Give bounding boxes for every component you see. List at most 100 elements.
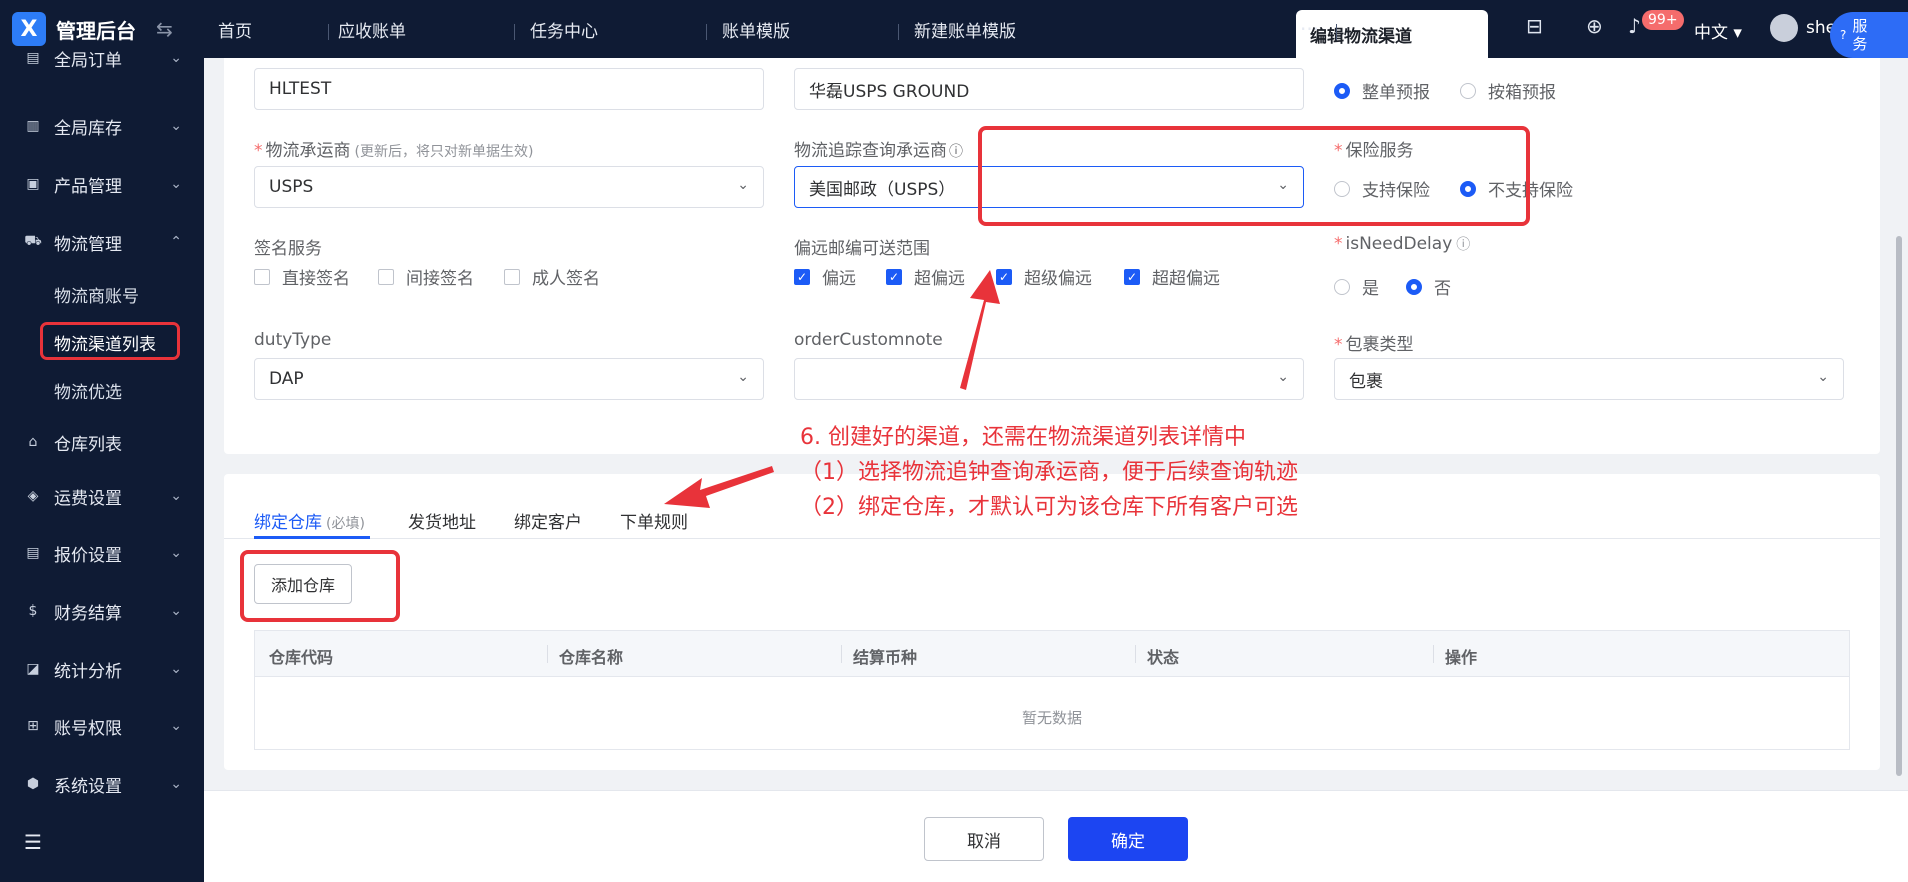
radio-label: 否 <box>1434 279 1451 299</box>
sidebar-item-label: 全局订单 <box>54 50 122 71</box>
sidebar-subitem-logistics-optimize[interactable]: 物流优选 <box>54 378 122 403</box>
sidebar-item-products[interactable]: ▣ 产品管理 ⌄ <box>0 162 204 206</box>
customer-service-button[interactable]: ? 服务 <box>1830 12 1908 58</box>
sidebar-item-logistics[interactable]: ⛟ 物流管理 ⌃ <box>0 220 204 264</box>
radio-delay-yes[interactable]: 是 <box>1334 274 1379 299</box>
table-empty-text: 暂无数据 <box>1021 709 1082 727</box>
tab-task-center[interactable]: 任务中心 <box>530 0 598 58</box>
quote-icon: ▤ <box>26 545 40 561</box>
checkbox-ultra-remote[interactable]: ✓ 超级偏远 <box>996 264 1092 289</box>
chart-icon: ◪ <box>26 661 40 677</box>
channel-form-card: HLTEST 华磊USPS GROUND 整单预报 按箱预报 * 物流承运商 (更新… <box>224 58 1880 454</box>
sidebar: X 管理后台 ⇆ ▤ 全局订单 ⌄ ▥ 全局库存 ⌄ ▣ 产品管理 ⌄ ⛟ 物流… <box>0 0 204 882</box>
sidebar-item-statistics[interactable]: ◪ 统计分析 ⌄ <box>0 647 204 691</box>
confirm-button[interactable]: 确定 <box>1068 817 1188 861</box>
duty-type-select[interactable]: DAP ⌄ <box>254 358 764 400</box>
tab-home[interactable]: 首页 <box>218 0 252 58</box>
avatar[interactable] <box>1770 14 1798 42</box>
menu-collapse-icon[interactable]: ☰ <box>0 820 204 864</box>
package-type-value: 包裹 <box>1349 371 1383 392</box>
chevron-down-icon: ⌄ <box>170 603 182 619</box>
channel-name-input[interactable]: 华磊USPS GROUND <box>794 68 1304 110</box>
checkbox-remote[interactable]: ✓ 偏远 <box>794 264 856 289</box>
radio-whole-forecast[interactable]: 整单预报 <box>1334 78 1430 103</box>
checkbox-indirect-signature[interactable]: 间接签名 <box>378 264 474 289</box>
sidebar-item-warehouses[interactable]: ⌂ 仓库列表 <box>0 420 204 464</box>
channel-code-input[interactable]: HLTEST <box>254 68 764 110</box>
annotation-text: 6. 创建好的渠道，还需在物流渠道列表详情中 （1）选择物流追钟查询承运商，便于… <box>800 420 1298 525</box>
language-select[interactable]: 中文 ▾ <box>1694 18 1742 43</box>
tab-bind-customer[interactable]: 绑定客户 <box>514 508 582 533</box>
download-icon[interactable]: ⊕ <box>1586 14 1603 38</box>
remote-range-label: 偏远邮编可送范围 <box>794 239 930 259</box>
radio-checked-icon <box>1334 82 1350 99</box>
checkbox-label: 超超偏远 <box>1152 269 1220 289</box>
chevron-down-icon: ⌄ <box>170 545 182 561</box>
checkbox-adult-signature[interactable]: 成人签名 <box>504 264 600 289</box>
checkbox-label: 间接签名 <box>406 269 474 289</box>
column-actions: 操作 <box>1445 648 1478 667</box>
required-tag: (必填) <box>326 516 365 532</box>
tab-divider <box>706 24 707 40</box>
sidebar-item-freight[interactable]: ◈ 运费设置 ⌄ <box>0 474 204 518</box>
order-note-label: orderCustomnote <box>794 330 943 350</box>
tab-new-bill-template[interactable]: 新建账单模版 <box>914 0 1016 58</box>
checkbox-direct-signature[interactable]: 直接签名 <box>254 264 350 289</box>
checkbox-extreme-remote[interactable]: ✓ 超超偏远 <box>1124 264 1220 289</box>
checkbox-checked-icon: ✓ <box>1124 268 1140 285</box>
radio-label: 是 <box>1362 279 1379 299</box>
bell-icon[interactable]: ♪ <box>1628 14 1641 38</box>
tab-edit-channel[interactable]: 编辑物流渠道 <box>1296 10 1488 58</box>
sidebar-item-accounts[interactable]: ⊞ 账号权限 ⌄ <box>0 704 204 748</box>
tab-receivables[interactable]: 应收账单 <box>338 0 406 58</box>
tab-order-rules[interactable]: 下单规则 <box>620 508 688 533</box>
order-note-select[interactable]: ⌄ <box>794 358 1304 400</box>
sidebar-item-system[interactable]: ⬢ 系统设置 ⌄ <box>0 762 204 806</box>
checkbox-label: 偏远 <box>822 269 856 289</box>
radio-unchecked-icon <box>1460 82 1476 99</box>
tab-shipping-address[interactable]: 发货地址 <box>408 508 476 533</box>
chevron-down-icon: ⌄ <box>170 718 182 734</box>
package-type-select[interactable]: 包裹 ⌄ <box>1334 358 1844 400</box>
tracking-label-text: 物流追踪查询承运商 <box>794 141 947 161</box>
freight-icon: ◈ <box>27 488 39 504</box>
tab-bind-warehouse[interactable]: 绑定仓库 (必填) <box>254 508 365 533</box>
tab-active-indicator <box>254 536 370 539</box>
column-currency: 结算币种 <box>853 648 918 667</box>
checkbox-unchecked-icon <box>504 268 520 285</box>
sidebar-item-quotes[interactable]: ▤ 报价设置 ⌄ <box>0 531 204 575</box>
checkbox-checked-icon: ✓ <box>886 268 902 285</box>
column-warehouse-code: 仓库代码 <box>269 648 334 667</box>
highlight-box-channel-list <box>40 322 180 360</box>
cancel-button[interactable]: 取消 <box>924 817 1044 861</box>
radio-box-forecast[interactable]: 按箱预报 <box>1460 78 1556 103</box>
sidebar-item-finance[interactable]: $ 财务结算 ⌄ <box>0 589 204 633</box>
sidebar-subitem-carrier-accounts[interactable]: 物流商账号 <box>54 282 139 307</box>
chevron-down-icon: ⌄ <box>1277 369 1289 385</box>
chevron-down-icon: ⌄ <box>1817 369 1829 385</box>
scrollbar[interactable] <box>1896 236 1902 776</box>
carrier-value: USPS <box>269 177 314 197</box>
checkbox-label: 超级偏远 <box>1024 269 1092 289</box>
sidebar-item-inventory[interactable]: ▥ 全局库存 ⌄ <box>0 104 204 148</box>
warehouse-icon: ⌂ <box>28 434 38 450</box>
carrier-select[interactable]: USPS ⌄ <box>254 166 764 208</box>
tab-bill-templates[interactable]: 账单模版 <box>722 0 790 58</box>
sidebar-item-orders[interactable]: ▤ 全局订单 ⌄ <box>0 36 204 80</box>
sidebar-item-label: 仓库列表 <box>54 434 122 455</box>
info-icon: ⓘ <box>949 144 963 160</box>
chevron-down-icon: ⌄ <box>170 118 182 134</box>
table-header: 仓库代码 仓库名称 结算币种 状态 操作 <box>255 631 1849 677</box>
inbox-icon[interactable]: ⊟ <box>1526 14 1543 38</box>
column-status: 状态 <box>1147 648 1180 667</box>
org-icon: ⊞ <box>27 718 39 734</box>
package-type-label: * 包裹类型 <box>1334 335 1414 355</box>
checkbox-label: 成人签名 <box>532 269 600 289</box>
sidebar-item-label: 产品管理 <box>54 176 122 197</box>
radio-delay-no[interactable]: 否 <box>1406 274 1451 299</box>
column-warehouse-name: 仓库名称 <box>559 648 624 667</box>
checkbox-checked-icon: ✓ <box>794 268 810 285</box>
tracking-carrier-label: 物流追踪查询承运商 ⓘ <box>794 136 963 161</box>
checkbox-label: 直接签名 <box>282 269 350 289</box>
checkbox-super-remote[interactable]: ✓ 超偏远 <box>886 264 965 289</box>
